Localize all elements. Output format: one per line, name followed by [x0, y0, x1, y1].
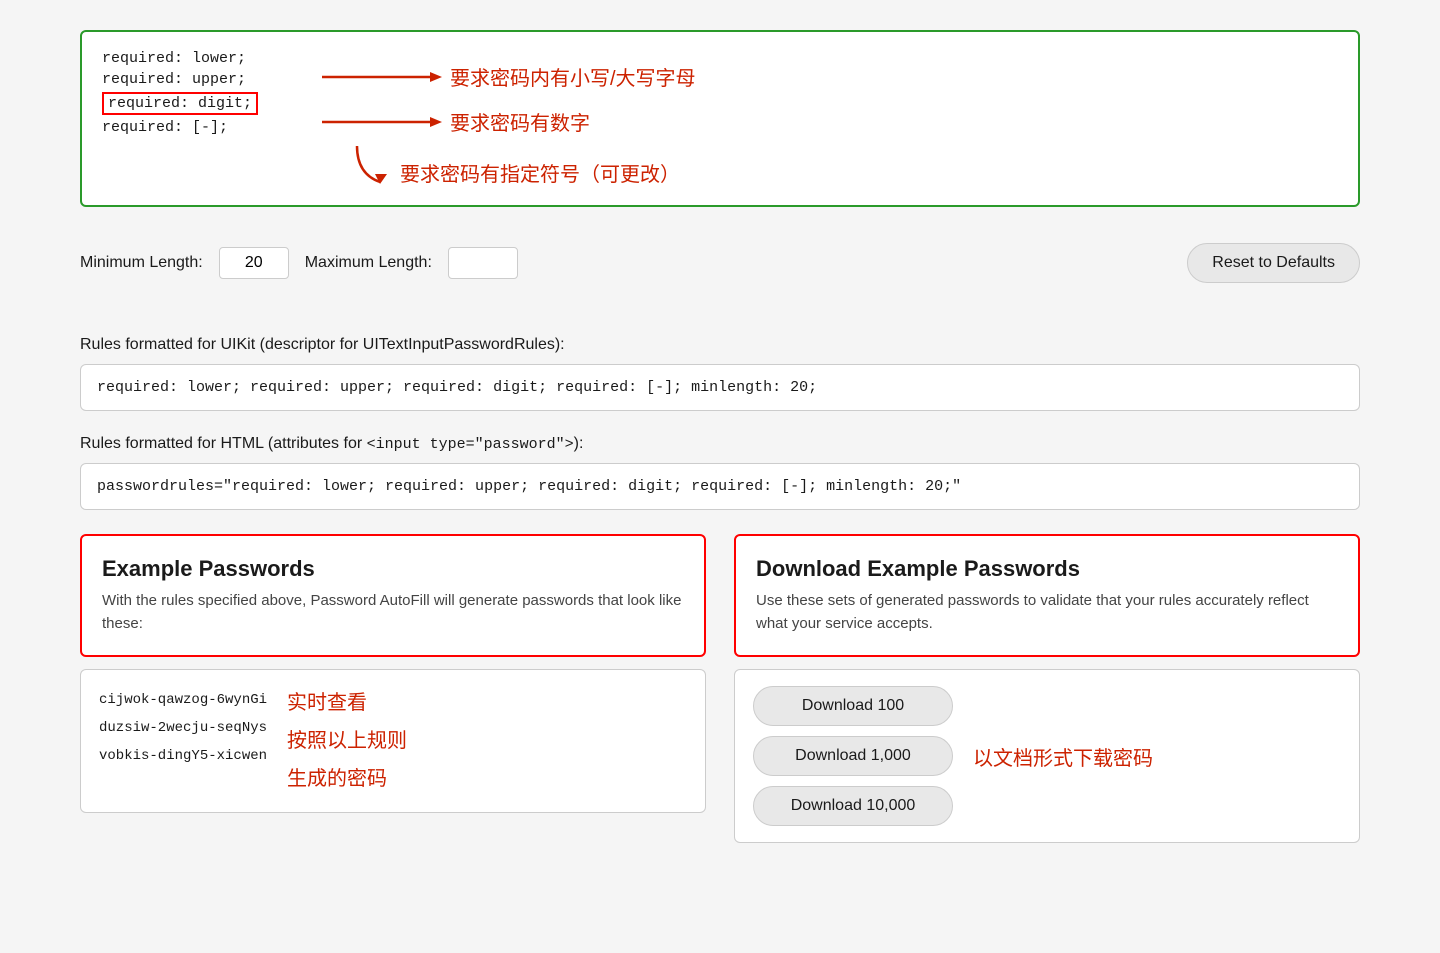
annotation-line3: required: digit; [102, 92, 258, 115]
download-100-button[interactable]: Download 100 [753, 686, 953, 726]
example-passwords-header: Example Passwords With the rules specifi… [80, 534, 706, 657]
annotation-line4: required: [-]; [102, 119, 228, 136]
chinese-line-1: 实时查看 [287, 686, 407, 720]
example-passwords-title: Example Passwords [102, 556, 684, 582]
html-rules-description: Rules formatted for HTML (attributes for… [80, 435, 1360, 453]
annotation-line2: required: upper; [102, 71, 246, 88]
example-chinese-labels: 实时查看 按照以上规则 生成的密码 [287, 686, 407, 796]
uikit-rules-section: Rules formatted for UIKit (descriptor fo… [80, 336, 1360, 411]
download-1000-button[interactable]: Download 1,000 [753, 736, 953, 776]
arrow1-icon [322, 68, 442, 86]
example-passwords-area: cijwok-qawzog-6wynGi duzsiw-2wecju-seqNy… [80, 669, 706, 813]
example-passwords-desc: With the rules specified above, Password… [102, 590, 684, 635]
length-row: Minimum Length: Maximum Length: Reset to… [80, 235, 1360, 291]
password-list: cijwok-qawzog-6wynGi duzsiw-2wecju-seqNy… [99, 686, 267, 770]
chinese-line-3: 生成的密码 [287, 762, 407, 796]
min-length-label: Minimum Length: [80, 254, 203, 272]
arrow1-label: 要求密码内有小写/大写字母 [450, 62, 696, 91]
annotation-box: required: lower; required: upper; requir… [80, 30, 1360, 207]
annotation-line1: required: lower; [102, 50, 246, 67]
max-length-label: Maximum Length: [305, 254, 432, 272]
min-length-input[interactable] [219, 247, 289, 279]
download-passwords-panel: Download Example Passwords Use these set… [734, 534, 1360, 843]
password-2: duzsiw-2wecju-seqNys [99, 714, 267, 742]
password-1: cijwok-qawzog-6wynGi [99, 686, 267, 714]
download-10000-button[interactable]: Download 10,000 [753, 786, 953, 826]
reset-defaults-button[interactable]: Reset to Defaults [1187, 243, 1360, 283]
arrow2-icon [322, 113, 442, 131]
download-chinese-label: 以文档形式下载密码 [973, 742, 1153, 771]
arrow3-label: 要求密码有指定符号（可更改） [400, 158, 680, 187]
arrow3-icon [352, 144, 392, 184]
html-rules-output: passwordrules="required: lower; required… [80, 463, 1360, 510]
chinese-line-2: 按照以上规则 [287, 724, 407, 758]
bottom-grid: Example Passwords With the rules specifi… [80, 534, 1360, 843]
download-buttons: Download 100 Download 1,000 Download 10,… [753, 686, 953, 826]
download-passwords-header: Download Example Passwords Use these set… [734, 534, 1360, 657]
arrow2-label: 要求密码有数字 [450, 107, 590, 136]
download-passwords-title: Download Example Passwords [756, 556, 1338, 582]
max-length-input[interactable] [448, 247, 518, 279]
password-3: vobkis-dingY5-xicwen [99, 742, 267, 770]
uikit-rules-output: required: lower; required: upper; requir… [80, 364, 1360, 411]
download-area: Download 100 Download 1,000 Download 10,… [734, 669, 1360, 843]
example-passwords-panel: Example Passwords With the rules specifi… [80, 534, 706, 843]
html-rules-section: Rules formatted for HTML (attributes for… [80, 435, 1360, 510]
uikit-rules-description: Rules formatted for UIKit (descriptor fo… [80, 336, 1360, 354]
download-passwords-desc: Use these sets of generated passwords to… [756, 590, 1338, 635]
